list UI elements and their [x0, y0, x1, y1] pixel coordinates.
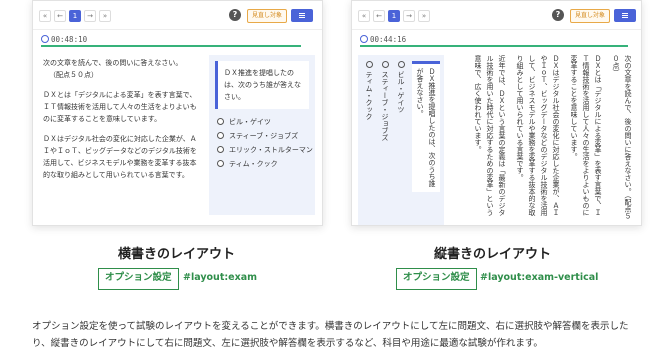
first-page-button[interactable]: « — [39, 10, 51, 22]
time-progress-bar — [360, 45, 628, 47]
last-page-button[interactable]: » — [418, 10, 430, 22]
page-nav: « ← 1 → » — [39, 10, 111, 22]
clock-icon — [360, 35, 368, 43]
question-line: 次の文章を読んで、後の問いに答えなさい。 — [43, 59, 183, 67]
review-flag-button[interactable]: 見直し対象 — [247, 9, 287, 23]
answer-panel: ＤＸ推進を提唱したのは、次のうち誰が答えなさい。 ビル・ゲイツ スティーブ・ジョ… — [358, 55, 444, 225]
horizontal-layout-title: 横書きのレイアウト — [118, 247, 236, 262]
answer-panel: ＤＸ推進を提唱したのは、次のうち誰が答えなさい。 ビル・ゲイツ スティーブ・ジョ… — [209, 55, 315, 215]
menu-button[interactable] — [614, 9, 636, 22]
help-icon[interactable]: ? — [229, 9, 241, 21]
review-flag-button[interactable]: 見直し対象 — [570, 9, 610, 23]
timer-value: 00:44:16 — [370, 35, 407, 44]
question-area: 次の文章を読んで、後の問いに答えなさい。（配点５０点） ＤＸとは「デジタルによる… — [452, 55, 634, 221]
layout-tag: #layout:exam — [183, 272, 258, 283]
answer-option[interactable]: エリック・ストルターマン — [209, 143, 315, 157]
layout-tag: #layout:exam-vertical — [480, 272, 599, 283]
prev-page-button[interactable]: ← — [373, 10, 385, 22]
current-page[interactable]: 1 — [388, 10, 400, 22]
passage-paragraph: ＤＸとは「デジタルによる変革」を表す言葉で、ＩＴ情報技術を活用して人々の生活をよ… — [570, 55, 602, 216]
passage-paragraph: ＤＸとは「デジタルによる変革」を表す言葉で、ＩＴ情報技術を活用して人々の生活をよ… — [43, 91, 197, 123]
answer-option[interactable]: ティム・クック — [364, 61, 374, 219]
question-area: 次の文章を読んで、後の問いに答えなさい。 （配点５０点） ＤＸとは「デジタルによ… — [43, 57, 203, 181]
next-page-button[interactable]: → — [84, 10, 96, 22]
answer-option[interactable]: スティーブ・ジョブズ — [209, 129, 315, 143]
timer: 00:48:10 — [41, 35, 87, 44]
answer-option[interactable]: ビル・ゲイツ — [209, 115, 315, 129]
vertical-layout-screenshot: « ← 1 → » ? 見直し対象 00:44:16 ＤＸ推進を提唱したのは、次… — [351, 0, 642, 226]
exam-toolbar: « ← 1 → » ? 見直し対象 — [33, 1, 322, 30]
next-page-button[interactable]: → — [403, 10, 415, 22]
answer-option[interactable]: ティム・クック — [209, 157, 315, 171]
question-line: 次の文章を読んで、後の問いに答えなさい。（配点５０点） — [612, 55, 632, 220]
answer-option[interactable]: スティーブ・ジョブズ — [380, 61, 390, 219]
last-page-button[interactable]: » — [99, 10, 111, 22]
timer: 00:44:16 — [360, 35, 406, 44]
help-icon[interactable]: ? — [552, 9, 564, 21]
page-nav: « ← 1 → » — [358, 10, 430, 22]
option-setting-badge: オプション設定 — [396, 268, 477, 290]
choice-prompt: ＤＸ推進を提唱したのは、次のうち誰が答えなさい。 — [215, 61, 309, 109]
time-progress-bar — [41, 45, 301, 47]
current-page[interactable]: 1 — [69, 10, 81, 22]
passage-paragraph: ＤＸはデジタル社会の変化に対応した企業が、ＡＩやＩｏＴ、ビッグデータなどのデジタ… — [516, 55, 560, 216]
question-line: （配点５０点） — [49, 71, 98, 79]
first-page-button[interactable]: « — [358, 10, 370, 22]
exam-toolbar: « ← 1 → » ? 見直し対象 — [352, 1, 641, 30]
prev-page-button[interactable]: ← — [54, 10, 66, 22]
vertical-layout-title: 縦書きのレイアウト — [434, 247, 552, 262]
timer-value: 00:48:10 — [51, 35, 88, 44]
description-text: オプション設定を使って試験のレイアウトを変えることができます。横書きのレイアウト… — [32, 321, 629, 349]
passage-paragraph: ＤＸはデジタル社会の変化に対応した企業が、ＡＩやＩｏＴ、ビッグデータなどのデジタ… — [43, 135, 197, 179]
passage-paragraph: 近年では、ＤＸという言葉の定義は「最新のデジタル技術を用いた時代に対応するための… — [474, 55, 506, 216]
answer-option[interactable]: ビル・ゲイツ — [396, 61, 406, 219]
option-setting-badge: オプション設定 — [98, 268, 179, 290]
horizontal-layout-screenshot: « ← 1 → » ? 見直し対象 00:48:10 次の文章を読んで、後の問い… — [32, 0, 323, 226]
menu-button[interactable] — [291, 9, 313, 22]
choice-prompt: ＤＸ推進を提唱したのは、次のうち誰が答えなさい。 — [412, 61, 440, 192]
clock-icon — [41, 35, 49, 43]
